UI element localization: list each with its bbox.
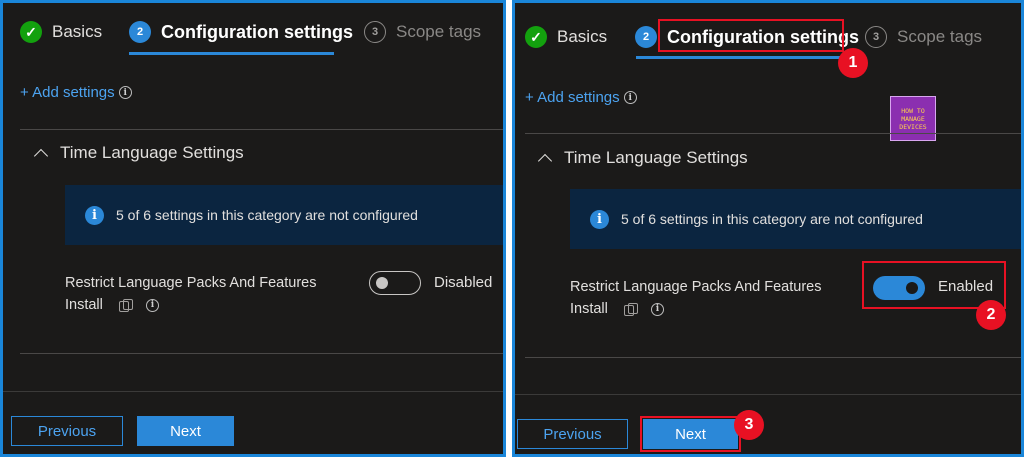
tab-basics[interactable]: ✓ Basics <box>20 21 102 43</box>
step-marker-2: 2 <box>976 300 1006 330</box>
tab-basics-label: Basics <box>557 27 608 46</box>
footer-separator <box>3 391 503 392</box>
setting-label-line2: Install <box>570 301 608 317</box>
right-screenshot-panel: ✓ Basics 2 Configuration settings 3 Scop… <box>512 0 1024 457</box>
setting-label: Restrict Language Packs And Features Ins… <box>570 276 821 320</box>
tab-scope-tags[interactable]: 3 Scope tags <box>865 26 982 48</box>
add-settings-label: + Add settings <box>20 84 115 101</box>
tab-scope-tags[interactable]: 3 Scope tags <box>364 21 481 43</box>
add-settings-label: + Add settings <box>525 89 620 106</box>
step-marker-1: 1 <box>838 48 868 78</box>
info-icon[interactable]: i <box>118 86 132 99</box>
next-button[interactable]: Next <box>137 416 234 446</box>
footer-separator <box>515 394 1021 395</box>
tab-basics[interactable]: ✓ Basics <box>525 26 607 48</box>
section-header[interactable]: Time Language Settings <box>537 148 748 168</box>
tab-basics-label: Basics <box>52 22 103 41</box>
divider <box>525 357 1021 358</box>
banner-text: 5 of 6 settings in this category are not… <box>116 207 418 223</box>
step-number-icon: 2 <box>635 26 657 48</box>
info-filled-icon: i <box>85 205 104 225</box>
active-tab-underline <box>636 56 841 59</box>
step-number-icon: 2 <box>129 21 151 43</box>
left-screenshot-panel: ✓ Basics 2 Configuration settings 3 Scop… <box>0 0 506 457</box>
policy-icon[interactable] <box>623 302 638 316</box>
disabled-toggle[interactable] <box>369 271 421 295</box>
active-tab-underline <box>129 52 334 55</box>
info-icon[interactable]: i <box>650 302 664 316</box>
setting-label-line1: Restrict Language Packs And Features <box>570 279 822 295</box>
setting-label: Restrict Language Packs And Features Ins… <box>65 272 316 316</box>
howtomanagedevices-logo: HOW TO MANAGE DEVICES <box>890 96 936 141</box>
info-icon[interactable]: i <box>623 91 637 104</box>
banner-text: 5 of 6 settings in this category are not… <box>621 211 923 227</box>
tab-configuration-settings[interactable]: 2 Configuration settings <box>129 21 353 43</box>
step-marker-3: 3 <box>734 410 764 440</box>
chevron-up-icon <box>33 148 49 163</box>
previous-button[interactable]: Previous <box>517 419 628 449</box>
tab-scope-label: Scope tags <box>396 22 482 41</box>
highlight-box-config-tab <box>658 19 844 52</box>
divider <box>20 129 503 130</box>
policy-icon[interactable] <box>118 298 133 312</box>
chevron-up-icon <box>537 153 553 168</box>
add-settings-link[interactable]: + Add settings i <box>20 84 132 101</box>
checkmark-icon: ✓ <box>525 26 547 48</box>
highlight-box-next <box>640 416 741 452</box>
section-title: Time Language Settings <box>564 148 748 167</box>
setting-label-line1: Restrict Language Packs And Features <box>65 275 317 291</box>
step-number-icon: 3 <box>364 21 386 43</box>
tab-configuration-label: Configuration settings <box>161 21 353 42</box>
toggle-knob <box>376 277 388 289</box>
info-banner: i 5 of 6 settings in this category are n… <box>570 189 1021 249</box>
info-banner: i 5 of 6 settings in this category are n… <box>65 185 503 245</box>
tab-scope-label: Scope tags <box>897 27 983 46</box>
toggle-state-label: Disabled <box>434 274 493 291</box>
info-filled-icon: i <box>590 209 609 229</box>
setting-label-line2: Install <box>65 297 103 313</box>
step-number-icon: 3 <box>865 26 887 48</box>
section-header[interactable]: Time Language Settings <box>33 143 244 163</box>
divider <box>20 353 503 354</box>
checkmark-icon: ✓ <box>20 21 42 43</box>
divider <box>525 133 1021 134</box>
add-settings-link[interactable]: + Add settings i <box>525 89 637 106</box>
info-icon[interactable]: i <box>145 298 159 312</box>
section-title: Time Language Settings <box>60 143 244 162</box>
previous-button[interactable]: Previous <box>11 416 123 446</box>
